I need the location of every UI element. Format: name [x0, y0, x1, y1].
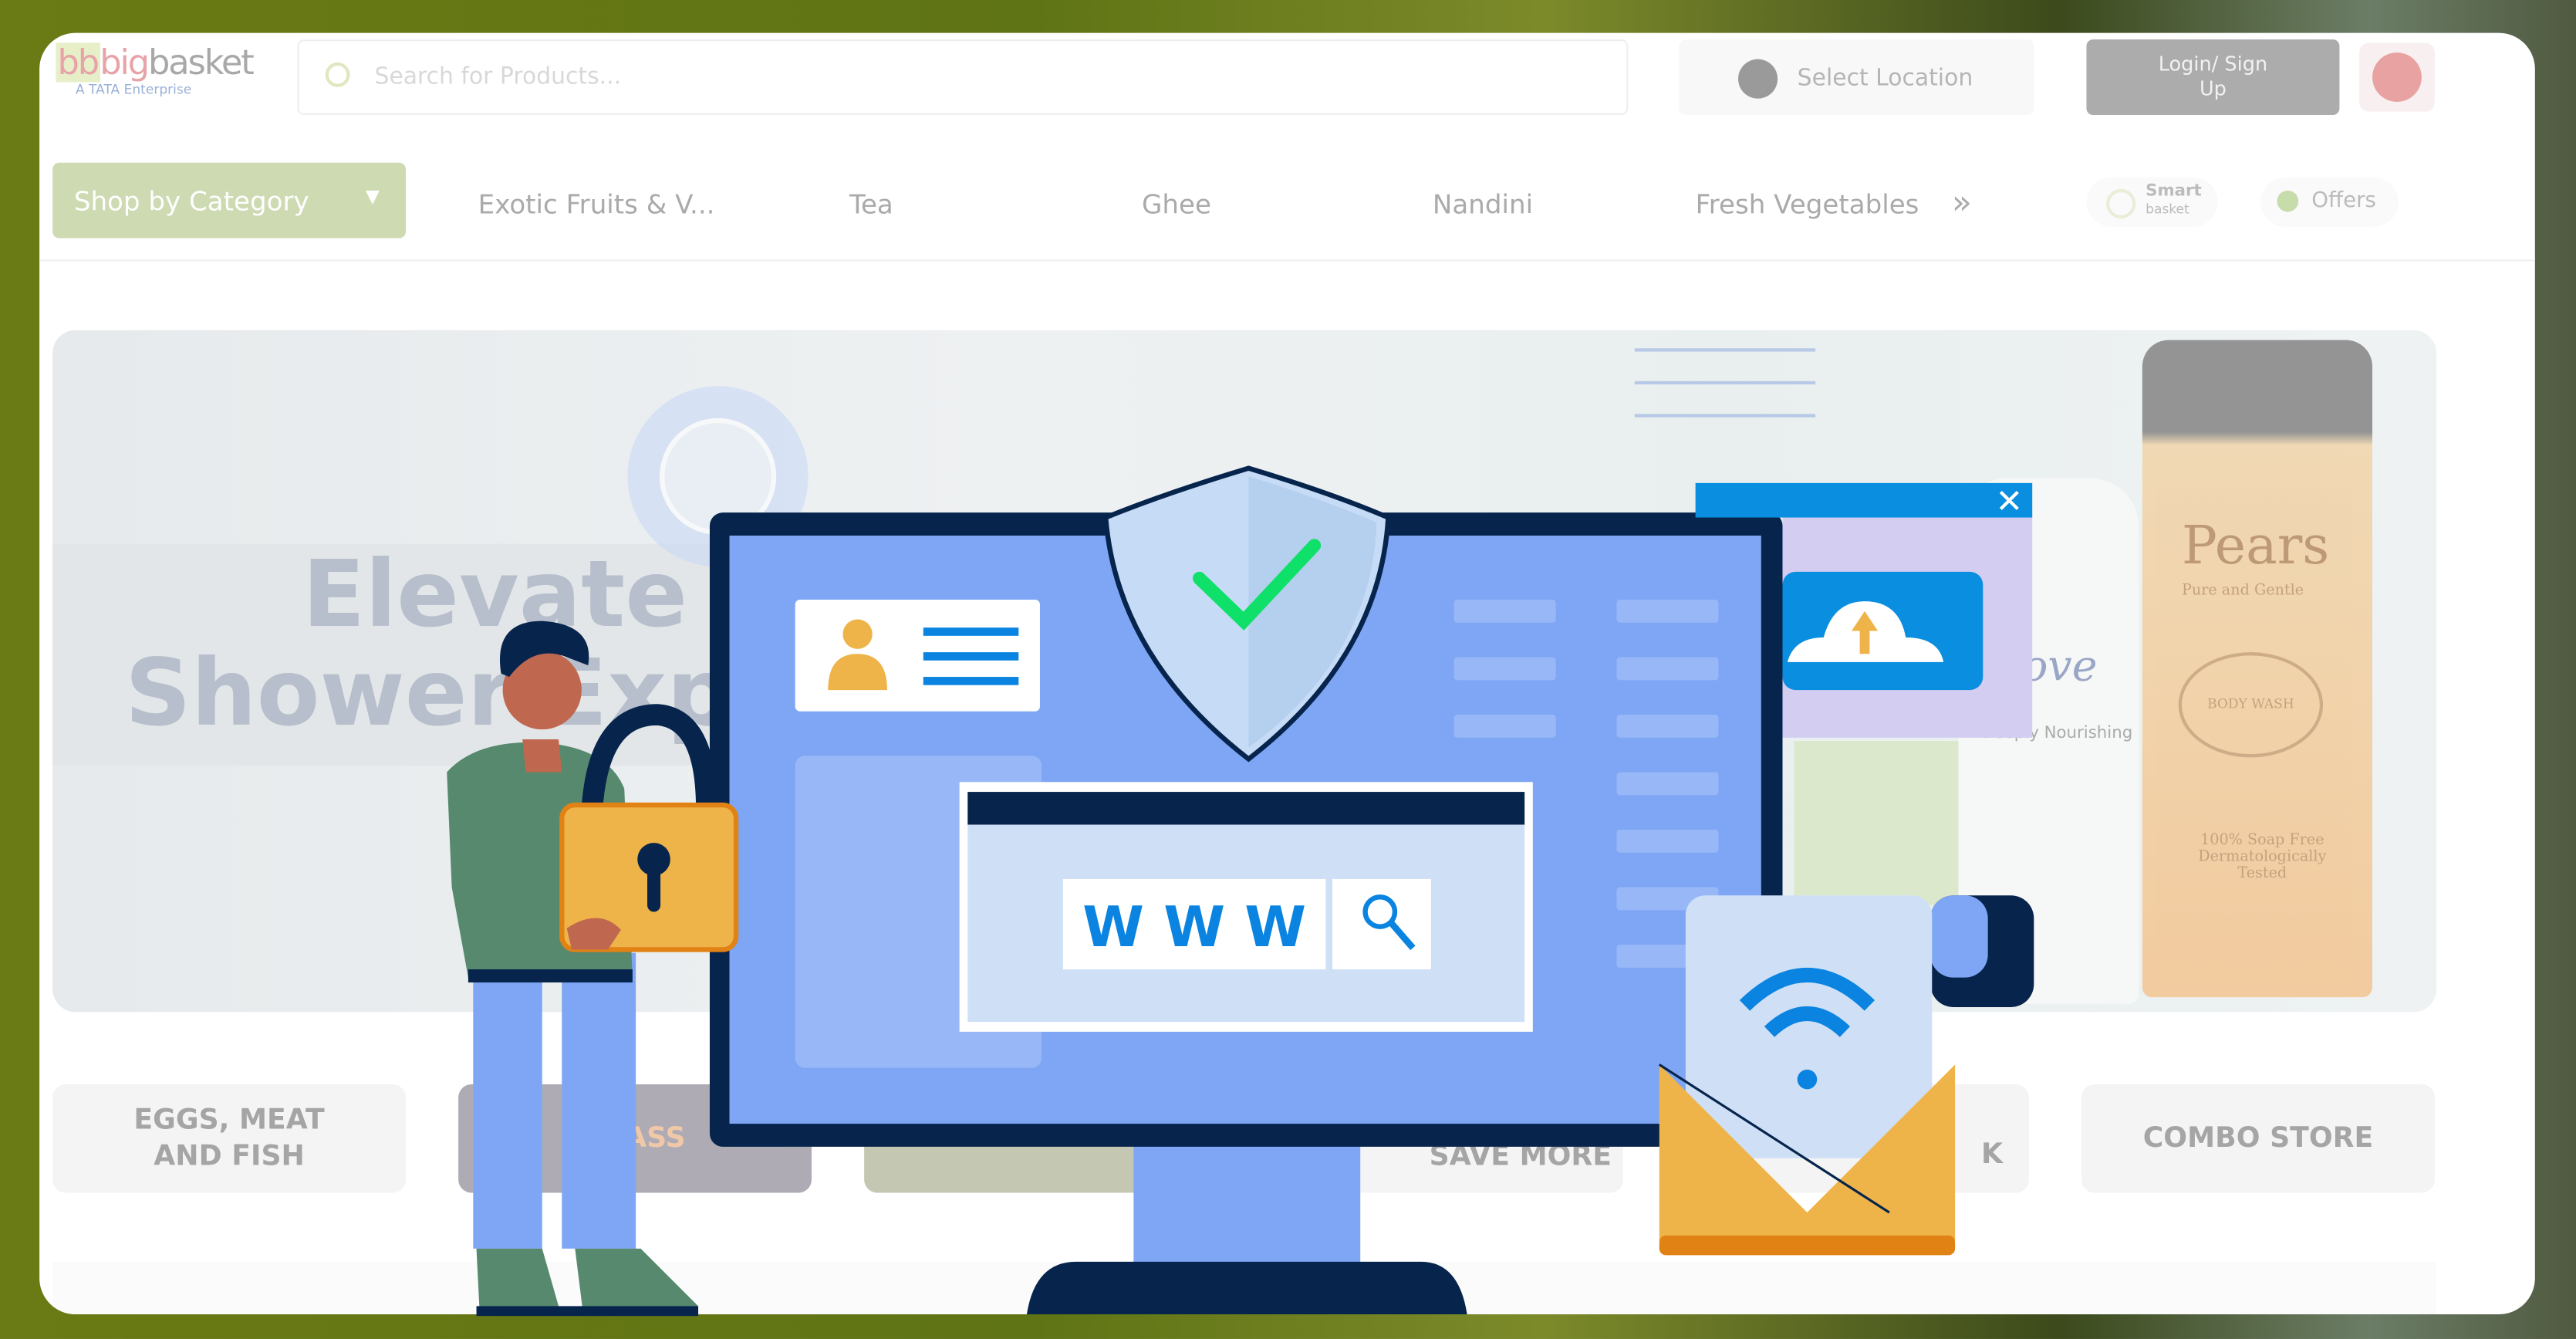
wifi-envelope-icon [1658, 895, 2034, 1256]
dot-grid-decoration [1634, 348, 1816, 418]
browser-www-text: W W W [1082, 895, 1306, 960]
security-illustration: W W W ✕ [447, 348, 2034, 1317]
close-icon: ✕ [1996, 482, 2024, 521]
screenshot-stage: bb bigbasket A TATA Enterprise Search for… [0, 0, 2576, 1339]
person-with-padlock [447, 620, 739, 1317]
